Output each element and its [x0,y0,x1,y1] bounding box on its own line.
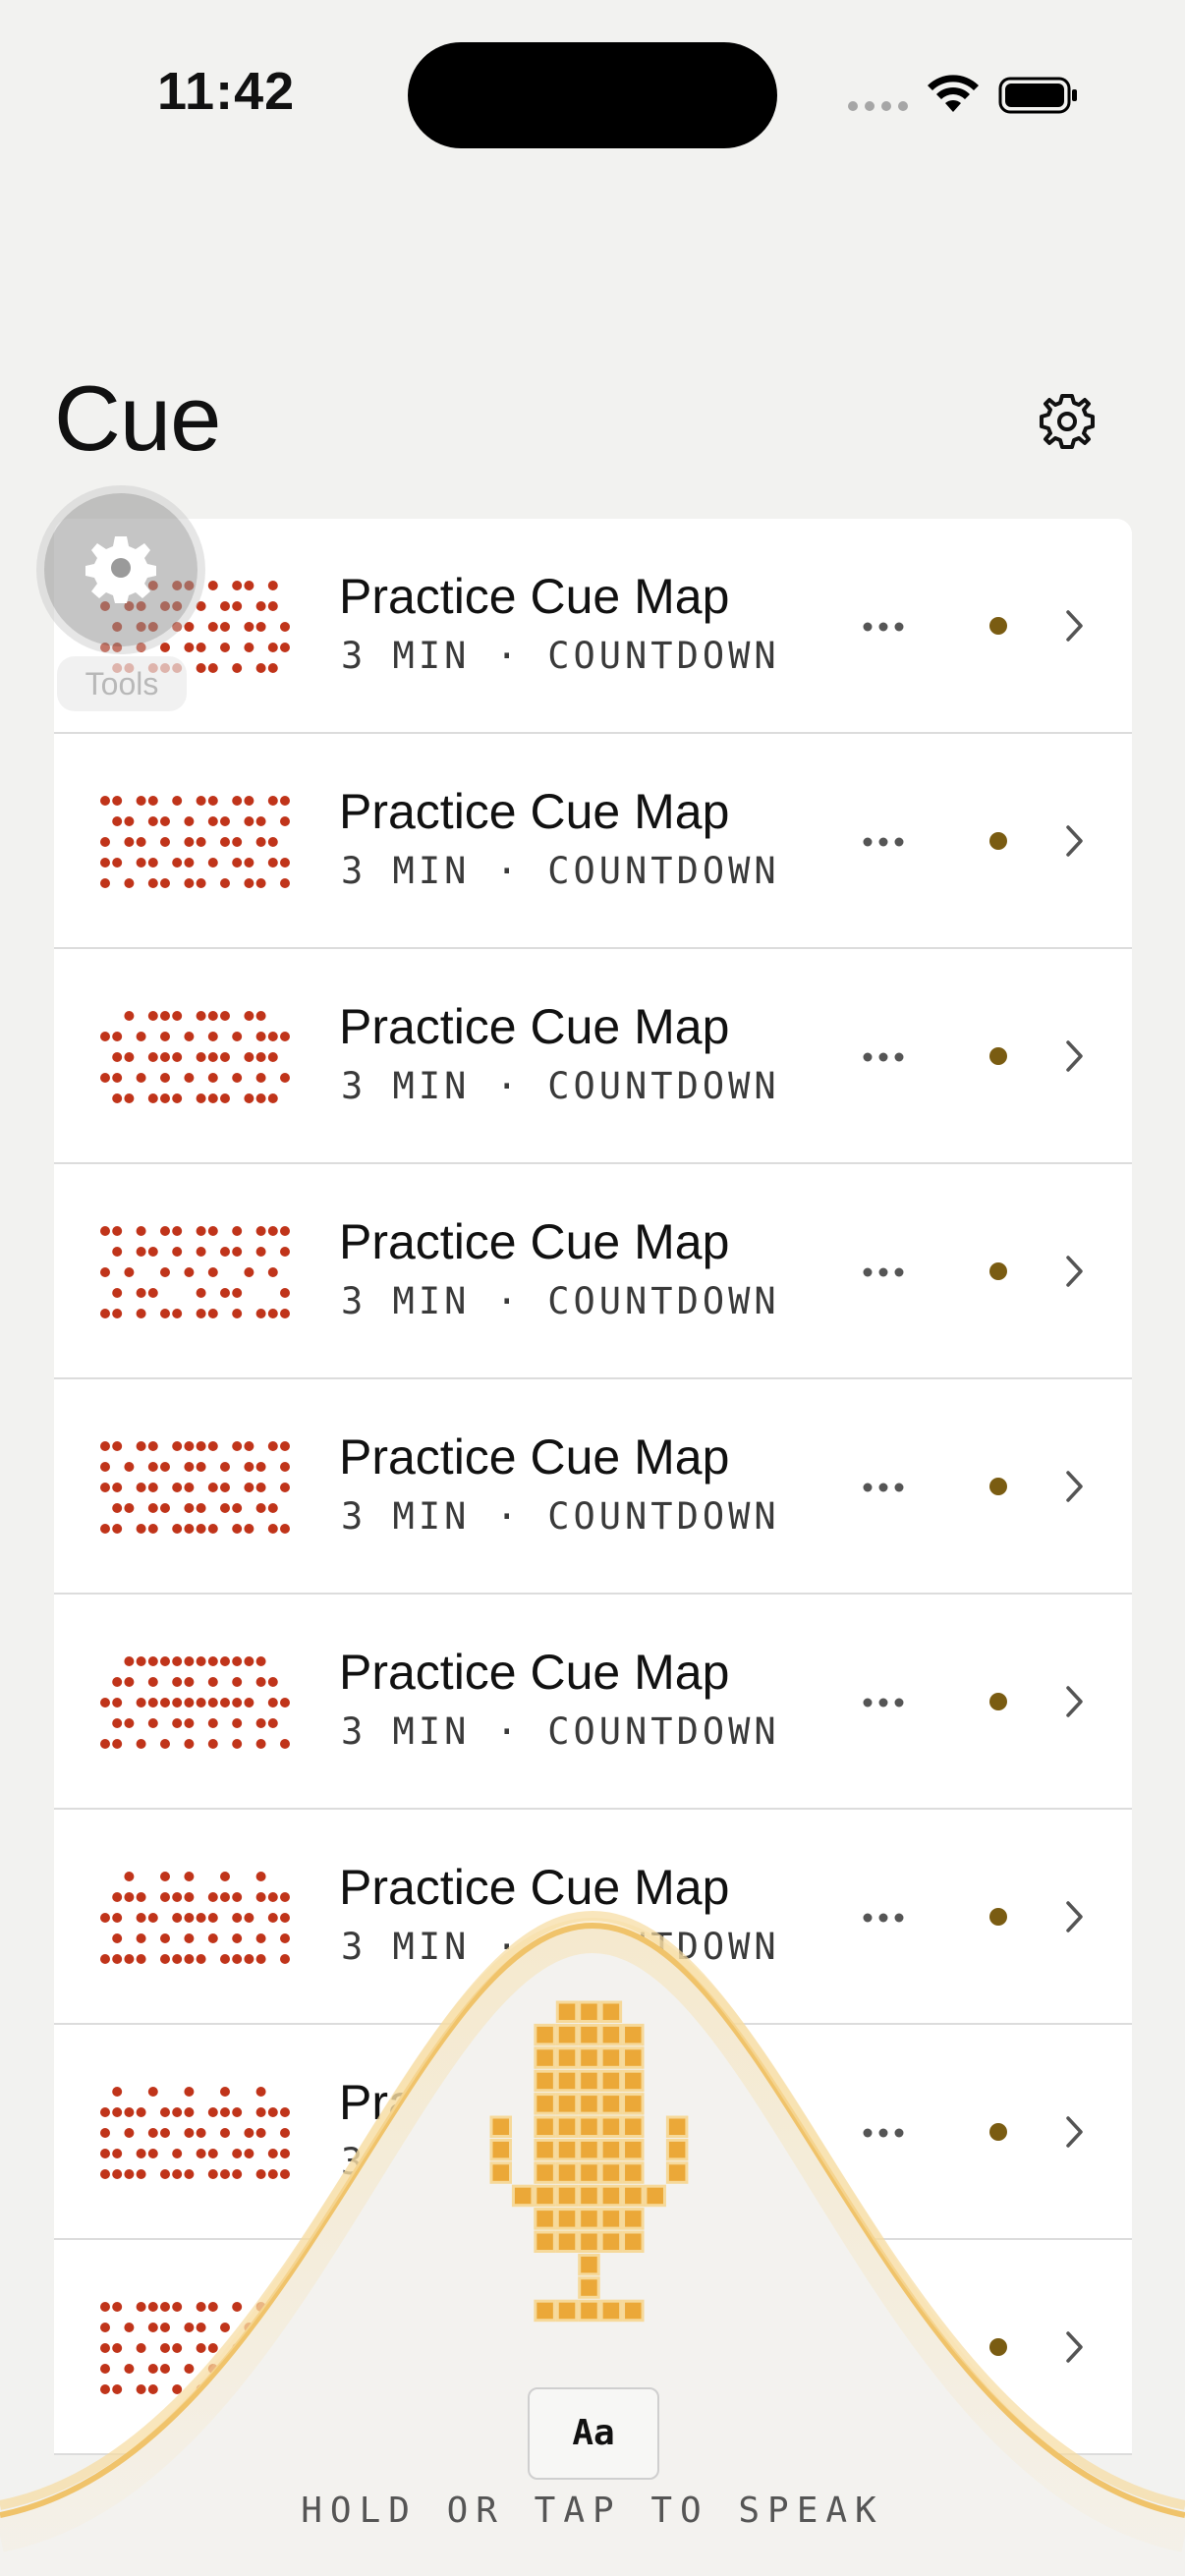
more-options-icon[interactable] [862,1697,905,1708]
list-item[interactable]: Practice Cue Map 3 MIN · COUNTDOWN [54,1595,1132,1810]
chevron-right-icon [1066,1040,1083,1072]
list-item[interactable]: Practice Cue Map 3 MIN · COUNTDOWN [54,519,1132,734]
cellular-signal-icon [848,101,908,111]
wifi-icon [928,75,979,112]
chevron-right-icon [1066,1686,1083,1717]
chevron-right-icon [1066,1471,1083,1502]
chevron-right-icon [1066,610,1083,642]
cue-map-thumbnail [100,796,290,888]
list-item-title: Practice Cue Map [339,1645,730,1700]
chevron-right-icon [1066,825,1083,857]
status-time: 11:42 [157,62,296,121]
status-dot [989,1693,1007,1710]
list-item-subtitle: 3 MIN · COUNTDOWN [341,1710,780,1753]
chevron-right-icon [1066,1256,1083,1287]
more-options-icon[interactable] [862,836,905,848]
status-dot [989,617,1007,635]
list-item[interactable]: Practice Cue Map 3 MIN · COUNTDOWN [54,1379,1132,1595]
list-item-subtitle: 3 MIN · COUNTDOWN [341,1495,780,1538]
speak-hint: HOLD OR TAP TO SPEAK [301,2491,884,2531]
page-title: Cue [54,366,221,470]
more-options-icon[interactable] [862,1051,905,1063]
list-item-title: Practice Cue Map [339,1429,730,1484]
list-item-subtitle: 3 MIN · COUNTDOWN [341,1065,780,1107]
status-dot [989,1478,1007,1495]
status-dot [989,832,1007,850]
tools-gear-icon [85,536,156,603]
text-input-toggle-button[interactable]: Aa [528,2387,659,2480]
settings-gear-icon[interactable] [1032,386,1102,457]
list-item-title: Practice Cue Map [339,999,730,1054]
cue-map-thumbnail [100,1226,290,1318]
tools-label: Tools [57,656,187,711]
list-item-subtitle: 3 MIN · COUNTDOWN [341,850,780,892]
list-item[interactable]: Practice Cue Map 3 MIN · COUNTDOWN [54,949,1132,1164]
microphone-icon[interactable] [478,1998,707,2342]
list-item-subtitle: 3 MIN · COUNTDOWN [341,635,780,677]
tools-button[interactable] [44,493,198,646]
list-item-title: Practice Cue Map [339,569,730,624]
more-options-icon[interactable] [862,1482,905,1493]
cue-map-thumbnail [100,1441,290,1534]
dynamic-island [408,42,777,148]
battery-icon [998,77,1077,114]
list-item[interactable]: Practice Cue Map 3 MIN · COUNTDOWN [54,734,1132,949]
status-dot [989,1262,1007,1280]
more-options-icon[interactable] [862,1266,905,1278]
list-item-title: Practice Cue Map [339,784,730,839]
list-item-title: Practice Cue Map [339,1214,730,1269]
more-options-icon[interactable] [862,621,905,633]
cue-map-thumbnail [100,1011,290,1103]
cue-map-thumbnail [100,1656,290,1749]
list-item-subtitle: 3 MIN · COUNTDOWN [341,1280,780,1322]
status-dot [989,1047,1007,1065]
list-item[interactable]: Practice Cue Map 3 MIN · COUNTDOWN [54,1164,1132,1379]
